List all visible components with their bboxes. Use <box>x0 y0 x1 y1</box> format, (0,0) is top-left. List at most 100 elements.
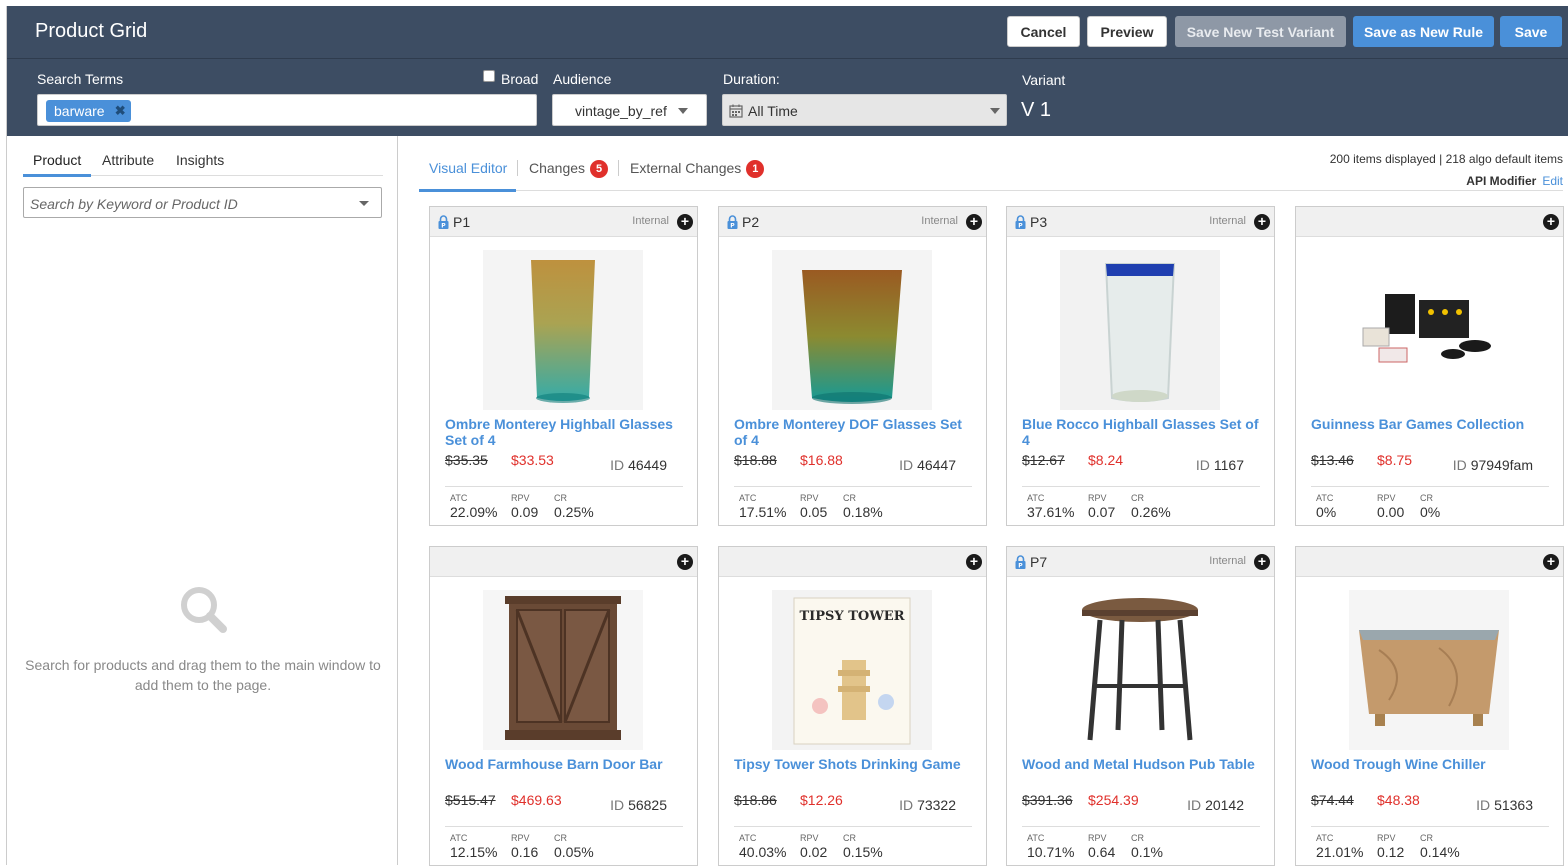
stat-cr-value: 0.15% <box>843 844 883 860</box>
product-id-label: ID <box>1195 457 1210 473</box>
add-icon[interactable]: + <box>1543 554 1559 570</box>
tab-visual-editor[interactable]: Visual Editor <box>429 160 507 176</box>
audience-value: vintage_by_ref <box>575 103 667 119</box>
product-card[interactable]: P P1 Internal + Ombre Monterey Highball … <box>429 206 698 526</box>
product-image[interactable] <box>483 590 643 750</box>
stat-rpv-value: 0.64 <box>1088 844 1116 860</box>
api-modifier-edit-link[interactable]: Edit <box>1542 174 1563 188</box>
preview-button[interactable]: Preview <box>1087 16 1167 47</box>
product-search-input[interactable]: Search by Keyword or Product ID <box>23 187 382 218</box>
product-id-value: 56825 <box>628 797 667 813</box>
product-card[interactable]: + TIPSY TOWER Tipsy Tower Shots Drinking… <box>718 546 987 866</box>
stat-atc: ATC 17.51% <box>739 493 786 520</box>
product-name-link[interactable]: Blue Rocco Highball Glasses Set of 4 <box>1022 416 1262 448</box>
product-search-placeholder: Search by Keyword or Product ID <box>30 196 238 212</box>
svg-text:P: P <box>730 223 735 230</box>
product-card[interactable]: + Wood Trough Wine Chiller $74.44 $48.38… <box>1295 546 1564 866</box>
product-id-label: ID <box>610 797 625 813</box>
product-id: ID 46449 <box>610 457 667 473</box>
stat-rpv: RPV 0.09 <box>511 493 538 520</box>
add-icon[interactable]: + <box>966 214 982 230</box>
duration-select[interactable]: All Time <box>722 94 1007 126</box>
stat-atc: ATC 37.61% <box>1027 493 1074 520</box>
original-price: $515.47 <box>445 792 496 808</box>
product-image[interactable] <box>483 250 643 410</box>
add-icon[interactable]: + <box>966 554 982 570</box>
svg-text:P: P <box>1018 563 1023 570</box>
product-name-link[interactable]: Wood and Metal Hudson Pub Table <box>1022 756 1262 772</box>
product-card[interactable]: + Wood Farmhouse Barn Door Bar $515.47 $… <box>429 546 698 866</box>
stat-atc-label: ATC <box>739 493 757 503</box>
lock-icon[interactable]: P <box>1015 215 1026 229</box>
api-modifier-label: API Modifier <box>1466 174 1537 188</box>
product-name-link[interactable]: Wood Trough Wine Chiller <box>1311 756 1551 772</box>
lock-icon[interactable]: P <box>1015 555 1026 569</box>
product-name-link[interactable]: Tipsy Tower Shots Drinking Game <box>734 756 974 772</box>
stat-rpv-label: RPV <box>1088 833 1107 843</box>
stat-atc-value: 22.09% <box>450 504 498 520</box>
lock-icon[interactable]: P <box>438 215 449 229</box>
tab-changes[interactable]: Changes 5 <box>529 160 609 178</box>
sale-price: $469.63 <box>511 792 562 808</box>
tab-external-changes[interactable]: External Changes 1 <box>630 160 765 178</box>
stat-atc: ATC 12.15% <box>450 833 497 860</box>
cancel-button[interactable]: Cancel <box>1007 16 1080 47</box>
svg-text:P: P <box>441 223 446 230</box>
search-tag-label: barware <box>54 103 105 119</box>
tipsy-box-text: TIPSY TOWER <box>799 609 904 624</box>
broad-checkbox[interactable] <box>483 70 495 82</box>
product-id-label: ID <box>899 797 914 813</box>
chevron-down-icon <box>359 201 369 206</box>
save-test-variant-button[interactable]: Save New Test Variant <box>1175 16 1346 47</box>
lock-icon[interactable]: P <box>727 215 738 229</box>
add-icon[interactable]: + <box>677 214 693 230</box>
add-icon[interactable]: + <box>1254 554 1270 570</box>
product-card[interactable]: P P2 Internal + Ombre Monterey DOF Glass… <box>718 206 987 526</box>
position-indicator: P P1 <box>438 214 470 230</box>
add-icon[interactable]: + <box>1543 214 1559 230</box>
product-id-value: 97949fam <box>1470 457 1533 473</box>
position-indicator: P P7 <box>1015 554 1047 570</box>
svg-text:P: P <box>1018 223 1023 230</box>
sale-price: $33.53 <box>511 452 554 468</box>
product-image[interactable] <box>1349 590 1509 750</box>
stat-rpv-value: 0.12 <box>1377 844 1405 860</box>
tab-product[interactable]: Product <box>33 152 81 168</box>
add-icon[interactable]: + <box>677 554 693 570</box>
stat-rpv-value: 0.05 <box>800 504 828 520</box>
internal-label: Internal <box>632 215 669 227</box>
product-card[interactable]: P P7 Internal + Wood and Metal Hudson Pu… <box>1006 546 1275 866</box>
search-terms-input[interactable]: barware ✖ <box>37 94 537 126</box>
product-name-link[interactable]: Ombre Monterey Highball Glasses Set of 4 <box>445 416 685 448</box>
save-button[interactable]: Save <box>1500 16 1562 47</box>
tab-insights[interactable]: Insights <box>176 152 224 168</box>
product-name-link[interactable]: Ombre Monterey DOF Glasses Set of 4 <box>734 416 974 448</box>
product-image[interactable]: TIPSY TOWER <box>772 590 932 750</box>
original-price: $12.67 <box>1022 452 1065 468</box>
product-image[interactable] <box>1060 590 1220 750</box>
product-image[interactable] <box>1349 250 1509 410</box>
page-title: Product Grid <box>35 20 148 42</box>
save-new-rule-button[interactable]: Save as New Rule <box>1353 16 1494 47</box>
stats-divider <box>734 486 972 487</box>
empty-state-message: Search for products and drag them to the… <box>25 657 381 693</box>
product-card-header: P P2 Internal + <box>719 207 986 237</box>
remove-tag-icon[interactable]: ✖ <box>115 100 126 122</box>
stat-rpv: RPV 0.05 <box>800 493 827 520</box>
product-image[interactable] <box>772 250 932 410</box>
product-card[interactable]: P P3 Internal + Blue Rocco Highball Glas… <box>1006 206 1275 526</box>
product-name-link[interactable]: Wood Farmhouse Barn Door Bar <box>445 756 685 772</box>
product-id-value: 73322 <box>917 797 956 813</box>
product-image[interactable] <box>1060 250 1220 410</box>
product-id-value: 1167 <box>1213 457 1244 473</box>
stat-atc-value: 21.01% <box>1316 844 1364 860</box>
stat-cr-label: CR <box>1420 493 1433 503</box>
tab-attribute[interactable]: Attribute <box>102 152 154 168</box>
product-name-link[interactable]: Guinness Bar Games Collection <box>1311 416 1551 432</box>
audience-select[interactable]: vintage_by_ref <box>552 94 707 126</box>
product-id: ID 73322 <box>899 797 956 813</box>
stat-atc-value: 0% <box>1316 504 1337 520</box>
add-icon[interactable]: + <box>1254 214 1270 230</box>
product-card[interactable]: + Guinness Bar Games Collection $13.46 $… <box>1295 206 1564 526</box>
position-indicator: P P3 <box>1015 214 1047 230</box>
